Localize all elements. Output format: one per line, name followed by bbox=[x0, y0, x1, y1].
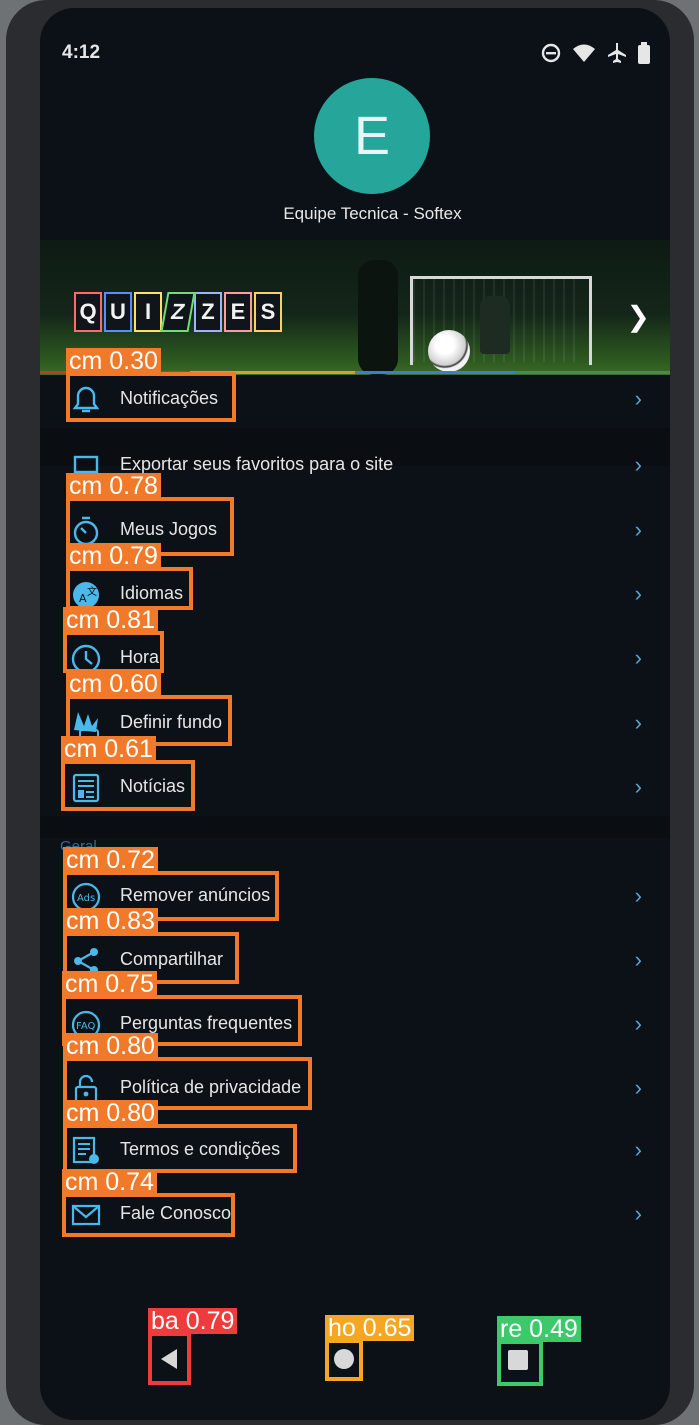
chevron-right-icon: › bbox=[634, 517, 642, 542]
detection-label: cm 0.80 bbox=[63, 1100, 158, 1126]
detection-label: cm 0.61 bbox=[61, 736, 156, 762]
quizzes-logo: Q U I Z Z E S bbox=[74, 292, 282, 332]
detection-box bbox=[63, 631, 164, 673]
chevron-right-icon: › bbox=[634, 581, 642, 606]
player-silhouette bbox=[358, 260, 398, 375]
chevron-right-icon: › bbox=[634, 883, 642, 908]
detection-label: ho 0.65 bbox=[325, 1315, 415, 1341]
do-not-disturb-icon bbox=[541, 43, 561, 63]
section-band bbox=[40, 816, 670, 838]
detection-label: cm 0.78 bbox=[66, 473, 161, 499]
detection-box bbox=[497, 1340, 543, 1386]
chevron-right-icon: › bbox=[634, 645, 642, 670]
detection-box bbox=[148, 1332, 191, 1385]
wifi-icon bbox=[573, 44, 595, 62]
chevron-right-icon: › bbox=[634, 774, 642, 799]
quiz-letter: U bbox=[104, 292, 132, 332]
user-name: Equipe Tecnica - Softex bbox=[283, 204, 462, 223]
soccer-ball-image bbox=[428, 330, 470, 372]
chevron-right-icon: › bbox=[634, 1137, 642, 1162]
quiz-letter: I bbox=[134, 292, 162, 332]
menu-item-label: Exportar seus favoritos para o site bbox=[120, 454, 394, 474]
detection-box bbox=[66, 372, 236, 422]
detection-box bbox=[325, 1339, 363, 1381]
detection-box bbox=[61, 760, 195, 811]
airplane-icon bbox=[608, 43, 626, 63]
quiz-letter: S bbox=[254, 292, 282, 332]
detection-label: cm 0.79 bbox=[66, 543, 161, 569]
detection-label: cm 0.30 bbox=[66, 348, 161, 374]
detection-label: cm 0.72 bbox=[63, 847, 158, 873]
battery-icon bbox=[638, 42, 650, 64]
detection-label: cm 0.80 bbox=[63, 1033, 158, 1059]
detection-label: re 0.49 bbox=[497, 1316, 581, 1342]
avatar[interactable]: E bbox=[314, 78, 430, 194]
chevron-right-icon: › bbox=[634, 1011, 642, 1036]
quiz-letter: Z bbox=[160, 292, 196, 332]
status-bar: 4:12 bbox=[62, 38, 650, 68]
detection-box bbox=[62, 1193, 235, 1237]
detection-box bbox=[63, 1124, 297, 1173]
chevron-right-icon: › bbox=[634, 947, 642, 972]
status-time: 4:12 bbox=[62, 42, 101, 63]
chevron-right-icon: › bbox=[634, 452, 642, 477]
detection-label: cm 0.81 bbox=[63, 607, 158, 633]
detection-label: cm 0.60 bbox=[66, 671, 161, 697]
chevron-right-icon: › bbox=[634, 1201, 642, 1226]
quiz-letter: Z bbox=[194, 292, 222, 332]
quiz-letter: E bbox=[224, 292, 252, 332]
chevron-right-icon: › bbox=[634, 386, 642, 411]
chevron-right-icon: › bbox=[634, 710, 642, 735]
detection-label: cm 0.83 bbox=[63, 908, 158, 934]
quiz-letter: Q bbox=[74, 292, 102, 332]
banner-chevron-right-icon[interactable]: ❯ bbox=[627, 300, 650, 333]
chevron-right-icon: › bbox=[634, 1075, 642, 1100]
goalkeeper-image bbox=[480, 296, 510, 354]
detection-label: cm 0.74 bbox=[62, 1169, 157, 1195]
detection-label: ba 0.79 bbox=[148, 1308, 238, 1334]
detection-label: cm 0.75 bbox=[62, 971, 157, 997]
detection-box bbox=[66, 567, 193, 610]
